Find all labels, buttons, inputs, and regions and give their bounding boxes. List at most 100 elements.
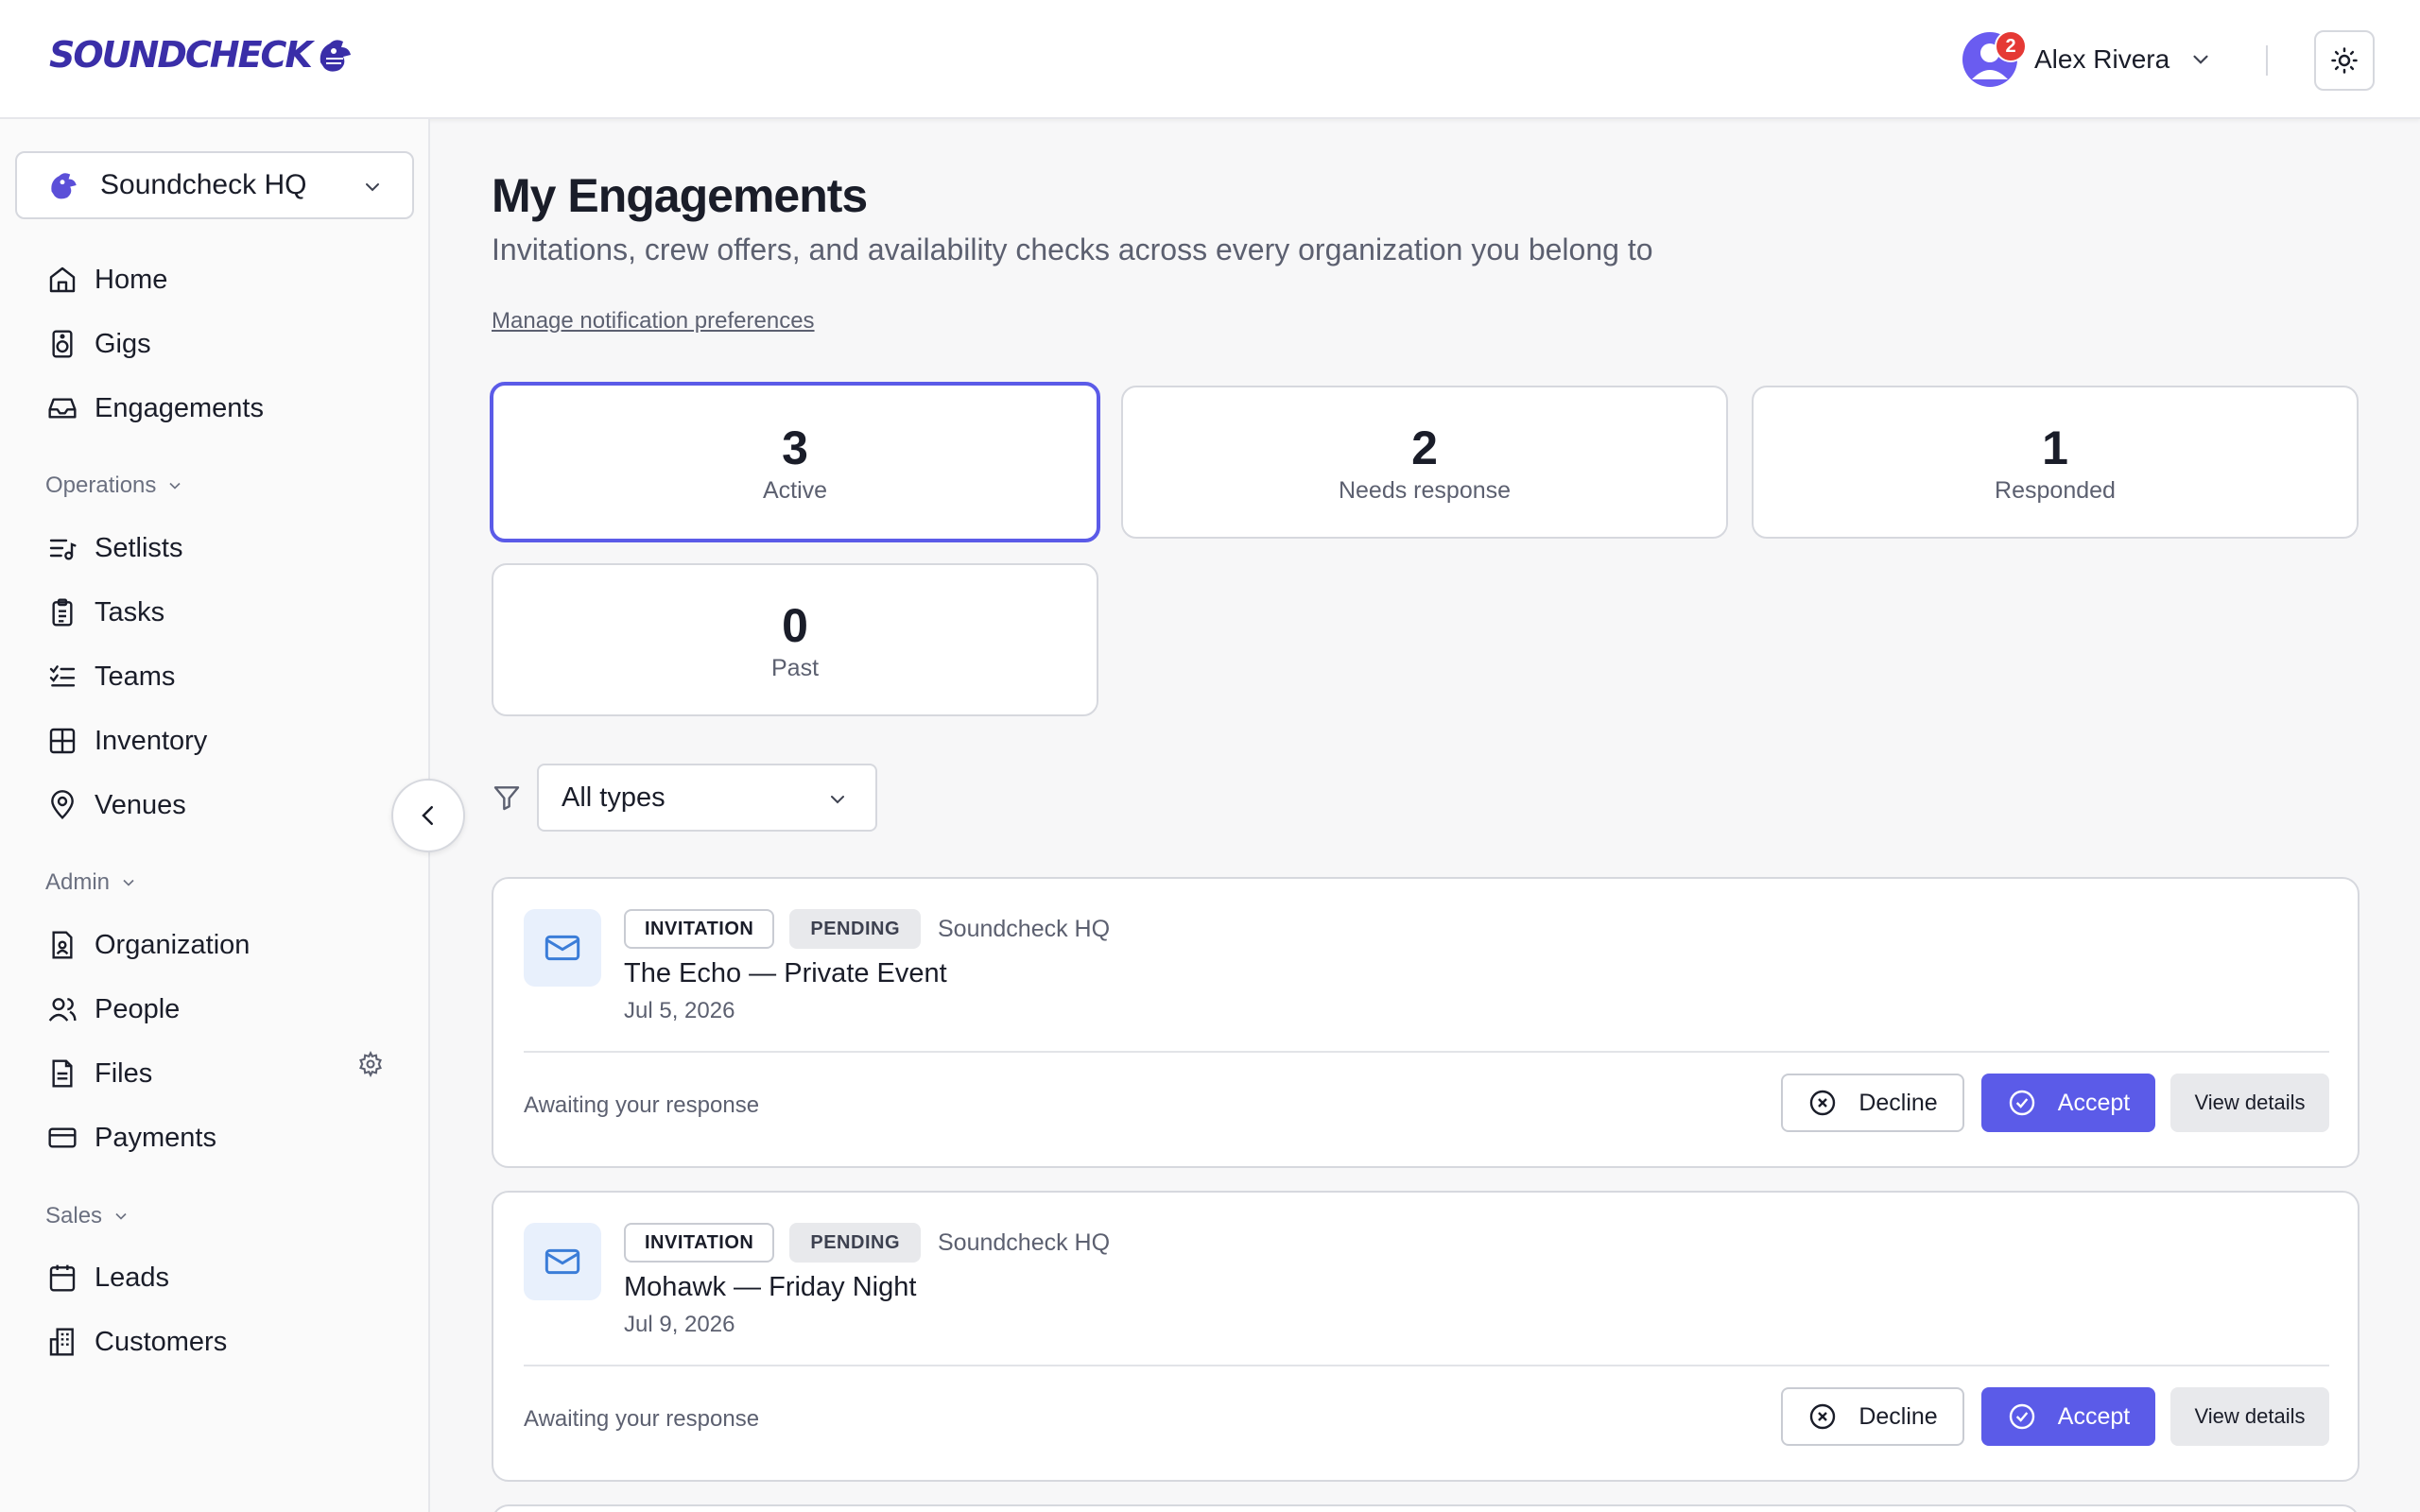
stat-value: 1 xyxy=(2042,421,2068,474)
x-circle-icon xyxy=(1810,1403,1836,1430)
sidebar-item-people[interactable]: People xyxy=(47,988,180,1030)
sidebar-item-tasks[interactable]: Tasks xyxy=(47,592,164,633)
engagement-date: Jul 5, 2026 xyxy=(624,998,735,1023)
logo[interactable]: SOUNDCHECK xyxy=(49,34,353,76)
sidebar-item-files[interactable]: Files xyxy=(47,1053,152,1094)
sidebar-item-label: Organization xyxy=(95,929,251,960)
x-circle-icon xyxy=(1810,1090,1836,1116)
type-filter-select[interactable]: All types xyxy=(537,764,877,832)
user-menu[interactable]: 2 Alex Rivera xyxy=(1962,26,2213,93)
engagement-org: Soundcheck HQ xyxy=(938,1228,1111,1256)
stat-card-responded[interactable]: 1 Responded xyxy=(1752,386,2359,539)
mail-icon xyxy=(544,1248,580,1275)
accept-button[interactable]: Accept xyxy=(1981,1387,2155,1446)
sidebar-item-engagements[interactable]: Engagements xyxy=(47,387,264,429)
sun-icon xyxy=(2331,47,2358,74)
building-icon xyxy=(49,1328,74,1356)
sidebar-item-label: Setlists xyxy=(95,532,183,563)
avatar[interactable]: 2 xyxy=(1962,30,2027,87)
sidebar-item-label: Gigs xyxy=(95,328,151,359)
sidebar-item-label: Teams xyxy=(95,661,176,692)
file-text-icon xyxy=(52,1059,73,1088)
engagement-date: Jul 9, 2026 xyxy=(624,1312,735,1337)
section-sales[interactable]: Sales xyxy=(45,1203,130,1229)
chevron-down-icon xyxy=(366,183,379,192)
engagement-card[interactable]: INVITATION PENDING Soundcheck HQ The Ech… xyxy=(492,877,2360,1168)
grid-icon xyxy=(49,728,76,754)
button-label: Decline xyxy=(1858,1402,1938,1430)
sidebar: Soundcheck HQ Home Gigs Engagements Oper… xyxy=(0,119,430,1512)
sidebar-item-leads[interactable]: Leads xyxy=(47,1257,169,1298)
gear-icon[interactable] xyxy=(357,1051,384,1077)
sidebar-item-label: Tasks xyxy=(95,596,165,627)
view-details-button[interactable]: View details xyxy=(2170,1074,2329,1132)
sidebar-item-teams[interactable]: Teams xyxy=(47,656,175,697)
stat-label: Responded xyxy=(1995,476,2116,504)
list-music-icon xyxy=(49,539,77,560)
chevron-left-icon xyxy=(422,806,433,825)
stat-value: 2 xyxy=(1411,421,1438,474)
sidebar-item-payments[interactable]: Payments xyxy=(47,1117,216,1159)
speaker-icon xyxy=(52,330,73,358)
sidebar-item-venues[interactable]: Venues xyxy=(47,784,186,826)
inbox-icon xyxy=(48,398,77,419)
view-details-button[interactable]: View details xyxy=(2170,1387,2329,1446)
org-switcher[interactable]: Soundcheck HQ xyxy=(15,151,414,219)
section-label: Admin xyxy=(45,869,111,895)
chevron-down-icon xyxy=(2193,55,2208,64)
bird-logo-icon xyxy=(51,173,77,199)
sidebar-item-label: Inventory xyxy=(95,725,208,756)
list-checks-icon xyxy=(49,665,76,687)
notification-badge: 2 xyxy=(1995,30,2027,62)
sidebar-item-label: People xyxy=(95,993,181,1024)
engagement-card[interactable] xyxy=(492,1504,2360,1512)
engagement-card[interactable]: INVITATION PENDING Soundcheck HQ Mohawk … xyxy=(492,1191,2360,1482)
stat-card-active[interactable]: 3 Active xyxy=(490,382,1100,542)
card-divider xyxy=(524,1051,2329,1053)
notification-preferences-link[interactable]: Manage notification preferences xyxy=(492,308,815,335)
section-admin[interactable]: Admin xyxy=(45,869,138,896)
engagement-status-text: Awaiting your response xyxy=(524,1406,760,1432)
decline-button[interactable]: Decline xyxy=(1781,1387,1964,1446)
button-label: View details xyxy=(2194,1404,2306,1428)
header-divider xyxy=(2266,45,2268,76)
chevron-down-icon xyxy=(831,796,844,804)
type-tag: INVITATION xyxy=(624,909,775,949)
bird-logo-icon xyxy=(320,40,351,72)
stat-card-needs-response[interactable]: 2 Needs response xyxy=(1121,386,1728,539)
stat-label: Past xyxy=(770,654,820,681)
stat-card-past[interactable]: 0 Past xyxy=(492,563,1098,716)
stat-value: 0 xyxy=(782,598,808,652)
theme-toggle-button[interactable] xyxy=(2314,30,2375,91)
engagement-title: The Echo — Private Event xyxy=(624,958,947,988)
accept-button[interactable]: Accept xyxy=(1981,1074,2155,1132)
sidebar-item-customers[interactable]: Customers xyxy=(47,1321,227,1363)
credit-card-icon xyxy=(48,1127,77,1148)
sidebar-item-gigs[interactable]: Gigs xyxy=(47,323,151,365)
sidebar-item-home[interactable]: Home xyxy=(47,259,167,301)
chevron-down-icon xyxy=(115,1212,127,1220)
mail-icon xyxy=(544,935,580,961)
clipboard-icon xyxy=(52,598,73,627)
engagement-tags: INVITATION PENDING Soundcheck HQ xyxy=(624,1223,1110,1263)
sidebar-item-label: Venues xyxy=(95,789,186,820)
section-label: Sales xyxy=(45,1203,103,1228)
users-icon xyxy=(48,998,77,1022)
section-operations[interactable]: Operations xyxy=(45,472,184,499)
sidebar-item-label: Engagements xyxy=(95,392,264,423)
stat-value: 3 xyxy=(782,421,808,474)
filter-icon xyxy=(493,786,520,811)
org-name: Soundcheck HQ xyxy=(100,169,307,200)
decline-button[interactable]: Decline xyxy=(1781,1074,1964,1132)
sidebar-item-label: Home xyxy=(95,264,168,295)
check-circle-icon xyxy=(2009,1403,2034,1430)
sidebar-item-setlists[interactable]: Setlists xyxy=(47,527,182,569)
section-label: Operations xyxy=(45,472,157,498)
sidebar-item-inventory[interactable]: Inventory xyxy=(47,720,207,762)
sidebar-item-organization[interactable]: Organization xyxy=(47,924,250,966)
collapse-sidebar-button[interactable] xyxy=(391,779,465,852)
page-title: My Engagements xyxy=(492,169,868,222)
engagement-type-icon xyxy=(524,1223,601,1300)
sidebar-item-label: Customers xyxy=(95,1326,228,1357)
chevron-down-icon xyxy=(123,879,134,886)
